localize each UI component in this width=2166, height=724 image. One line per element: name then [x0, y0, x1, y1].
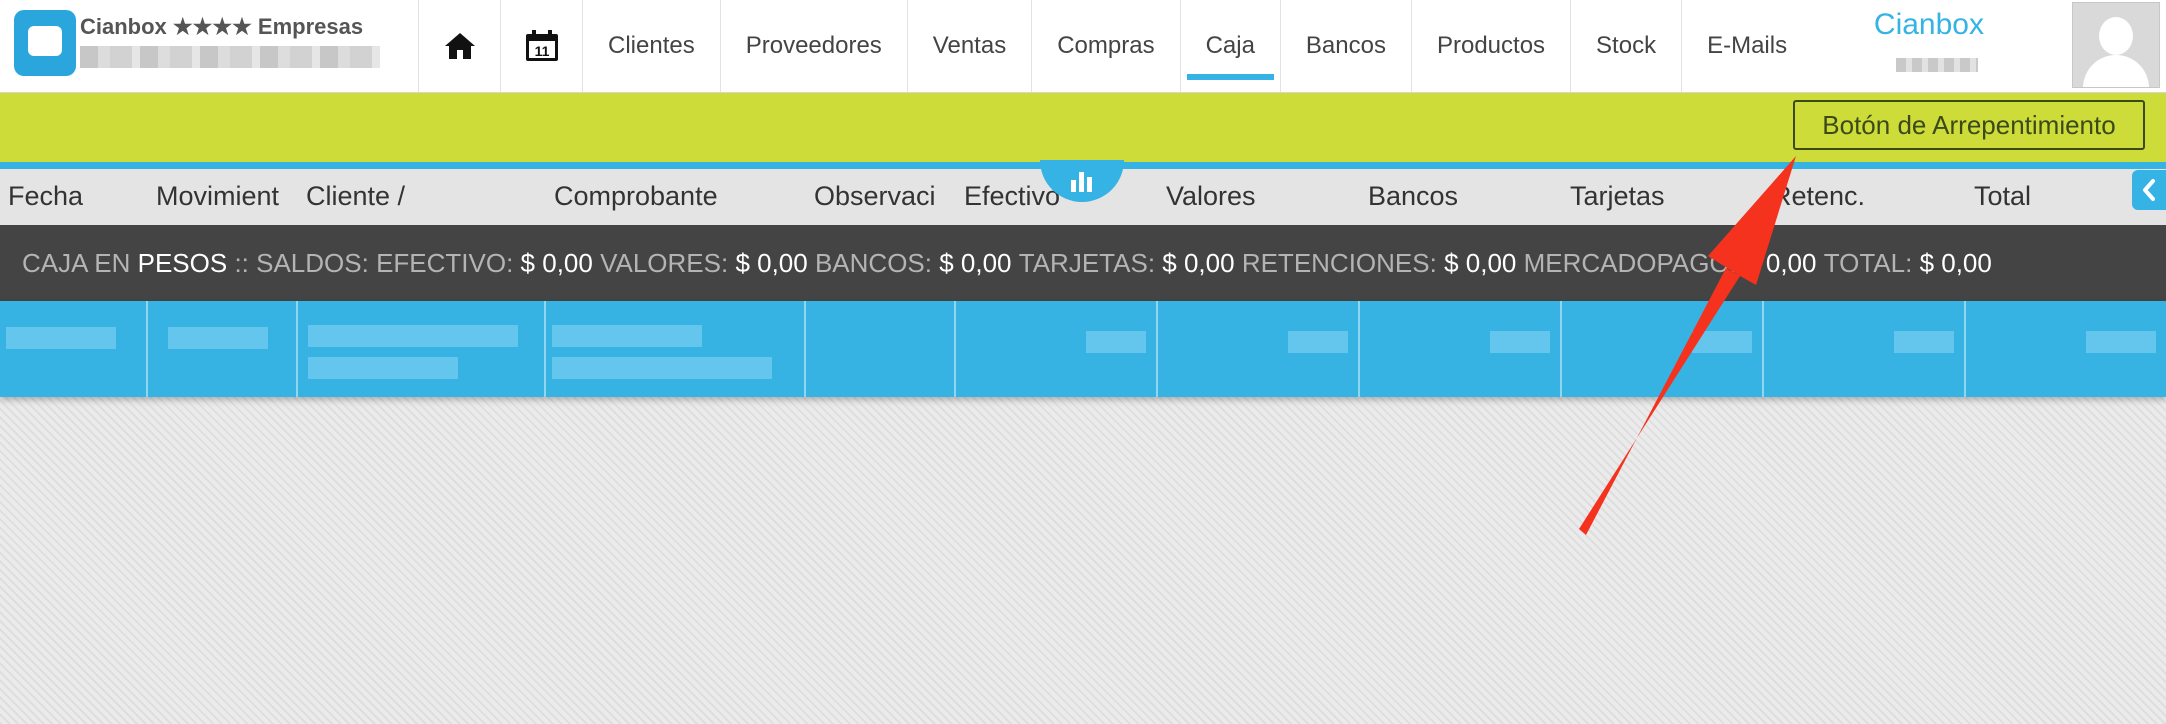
annotation-arrow [1579, 156, 1796, 535]
